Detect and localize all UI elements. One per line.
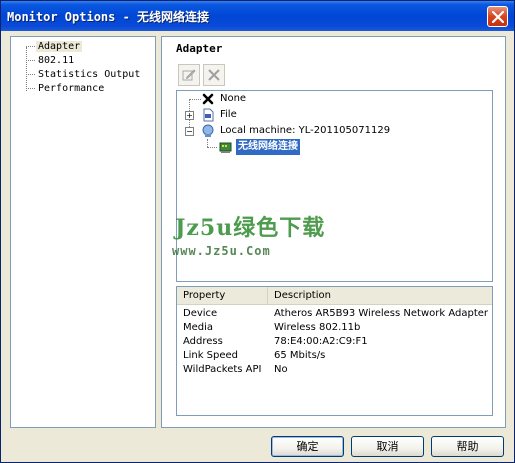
close-button[interactable] <box>487 6 508 27</box>
description-cell: Wireless 802.11b <box>274 322 361 333</box>
property-cell: Address <box>183 336 223 347</box>
watermark-logo-text: Jz5u绿色下载 <box>175 215 326 241</box>
delete-button[interactable] <box>203 64 225 86</box>
edit-button[interactable] <box>178 64 200 86</box>
nav-item-statistics-output[interactable]: Statistics Output <box>26 68 142 81</box>
help-button[interactable]: 帮助 <box>431 436 504 457</box>
nav-item-label: Performance <box>38 83 105 94</box>
collapse-local-button[interactable]: − <box>185 127 194 136</box>
title-bar[interactable]: Monitor Options - 无线网络连接 <box>1 1 514 31</box>
page-title: Adapter <box>176 42 223 55</box>
table-row[interactable]: Address 78:E4:00:A2:C9:F1 <box>177 335 492 349</box>
ok-button[interactable]: 确定 <box>271 436 344 457</box>
close-icon <box>492 11 504 23</box>
description-cell: 65 Mbits/s <box>274 350 326 361</box>
expand-file-button[interactable]: + <box>185 111 194 120</box>
cancel-button[interactable]: 取消 <box>351 436 424 457</box>
computer-icon <box>202 124 214 137</box>
adapter-properties-list[interactable]: Property Description Device Atheros AR5B… <box>176 286 493 416</box>
description-cell: No <box>274 364 288 375</box>
nav-item-performance[interactable]: Performance <box>26 82 106 95</box>
tree-line <box>189 99 201 100</box>
monitor-options-dialog: Monitor Options - 无线网络连接 Adapter 802.11 … <box>0 0 515 463</box>
properties-header: Property Description <box>177 287 492 305</box>
network-adapter-icon <box>219 142 232 153</box>
close-x-icon <box>202 93 214 105</box>
window-title: Monitor Options - 无线网络连接 <box>7 10 210 24</box>
tree-item-label: Local machine: YL-201105071129 <box>220 125 391 136</box>
table-row[interactable]: WildPackets API No <box>177 363 492 377</box>
options-nav-tree: Adapter 802.11 Statistics Output Perform… <box>10 36 156 428</box>
nav-item-label: 802.11 <box>38 55 75 66</box>
tree-line <box>207 147 217 148</box>
description-cell: 78:E4:00:A2:C9:F1 <box>274 336 368 347</box>
delete-icon <box>208 69 220 81</box>
property-cell: Link Speed <box>183 350 239 361</box>
tree-line <box>207 139 208 147</box>
column-header-property[interactable]: Property <box>177 287 268 305</box>
nav-item-label: Adapter <box>36 41 83 52</box>
table-row[interactable]: Link Speed 65 Mbits/s <box>177 349 492 363</box>
table-row[interactable]: Media Wireless 802.11b <box>177 321 492 335</box>
property-cell: Media <box>183 322 214 333</box>
nav-item-adapter[interactable]: Adapter <box>26 40 83 53</box>
description-cell: Atheros AR5B93 Wireless Network Adapter <box>274 308 489 319</box>
tree-item-label: 无线网络连接 <box>236 139 300 155</box>
tree-item-label: File <box>220 109 237 120</box>
column-header-description[interactable]: Description <box>268 287 492 305</box>
property-cell: Device <box>183 308 218 319</box>
watermark-url-text: www.Jz5u.Com <box>172 244 271 258</box>
property-cell: WildPackets API <box>183 364 262 375</box>
file-icon <box>203 108 214 122</box>
nav-item-label: Statistics Output <box>38 69 141 80</box>
nav-item-80211[interactable]: 802.11 <box>26 54 76 67</box>
tree-item-label: None <box>220 93 247 104</box>
edit-icon <box>182 69 196 81</box>
table-row[interactable]: Device Atheros AR5B93 Wireless Network A… <box>177 307 492 321</box>
